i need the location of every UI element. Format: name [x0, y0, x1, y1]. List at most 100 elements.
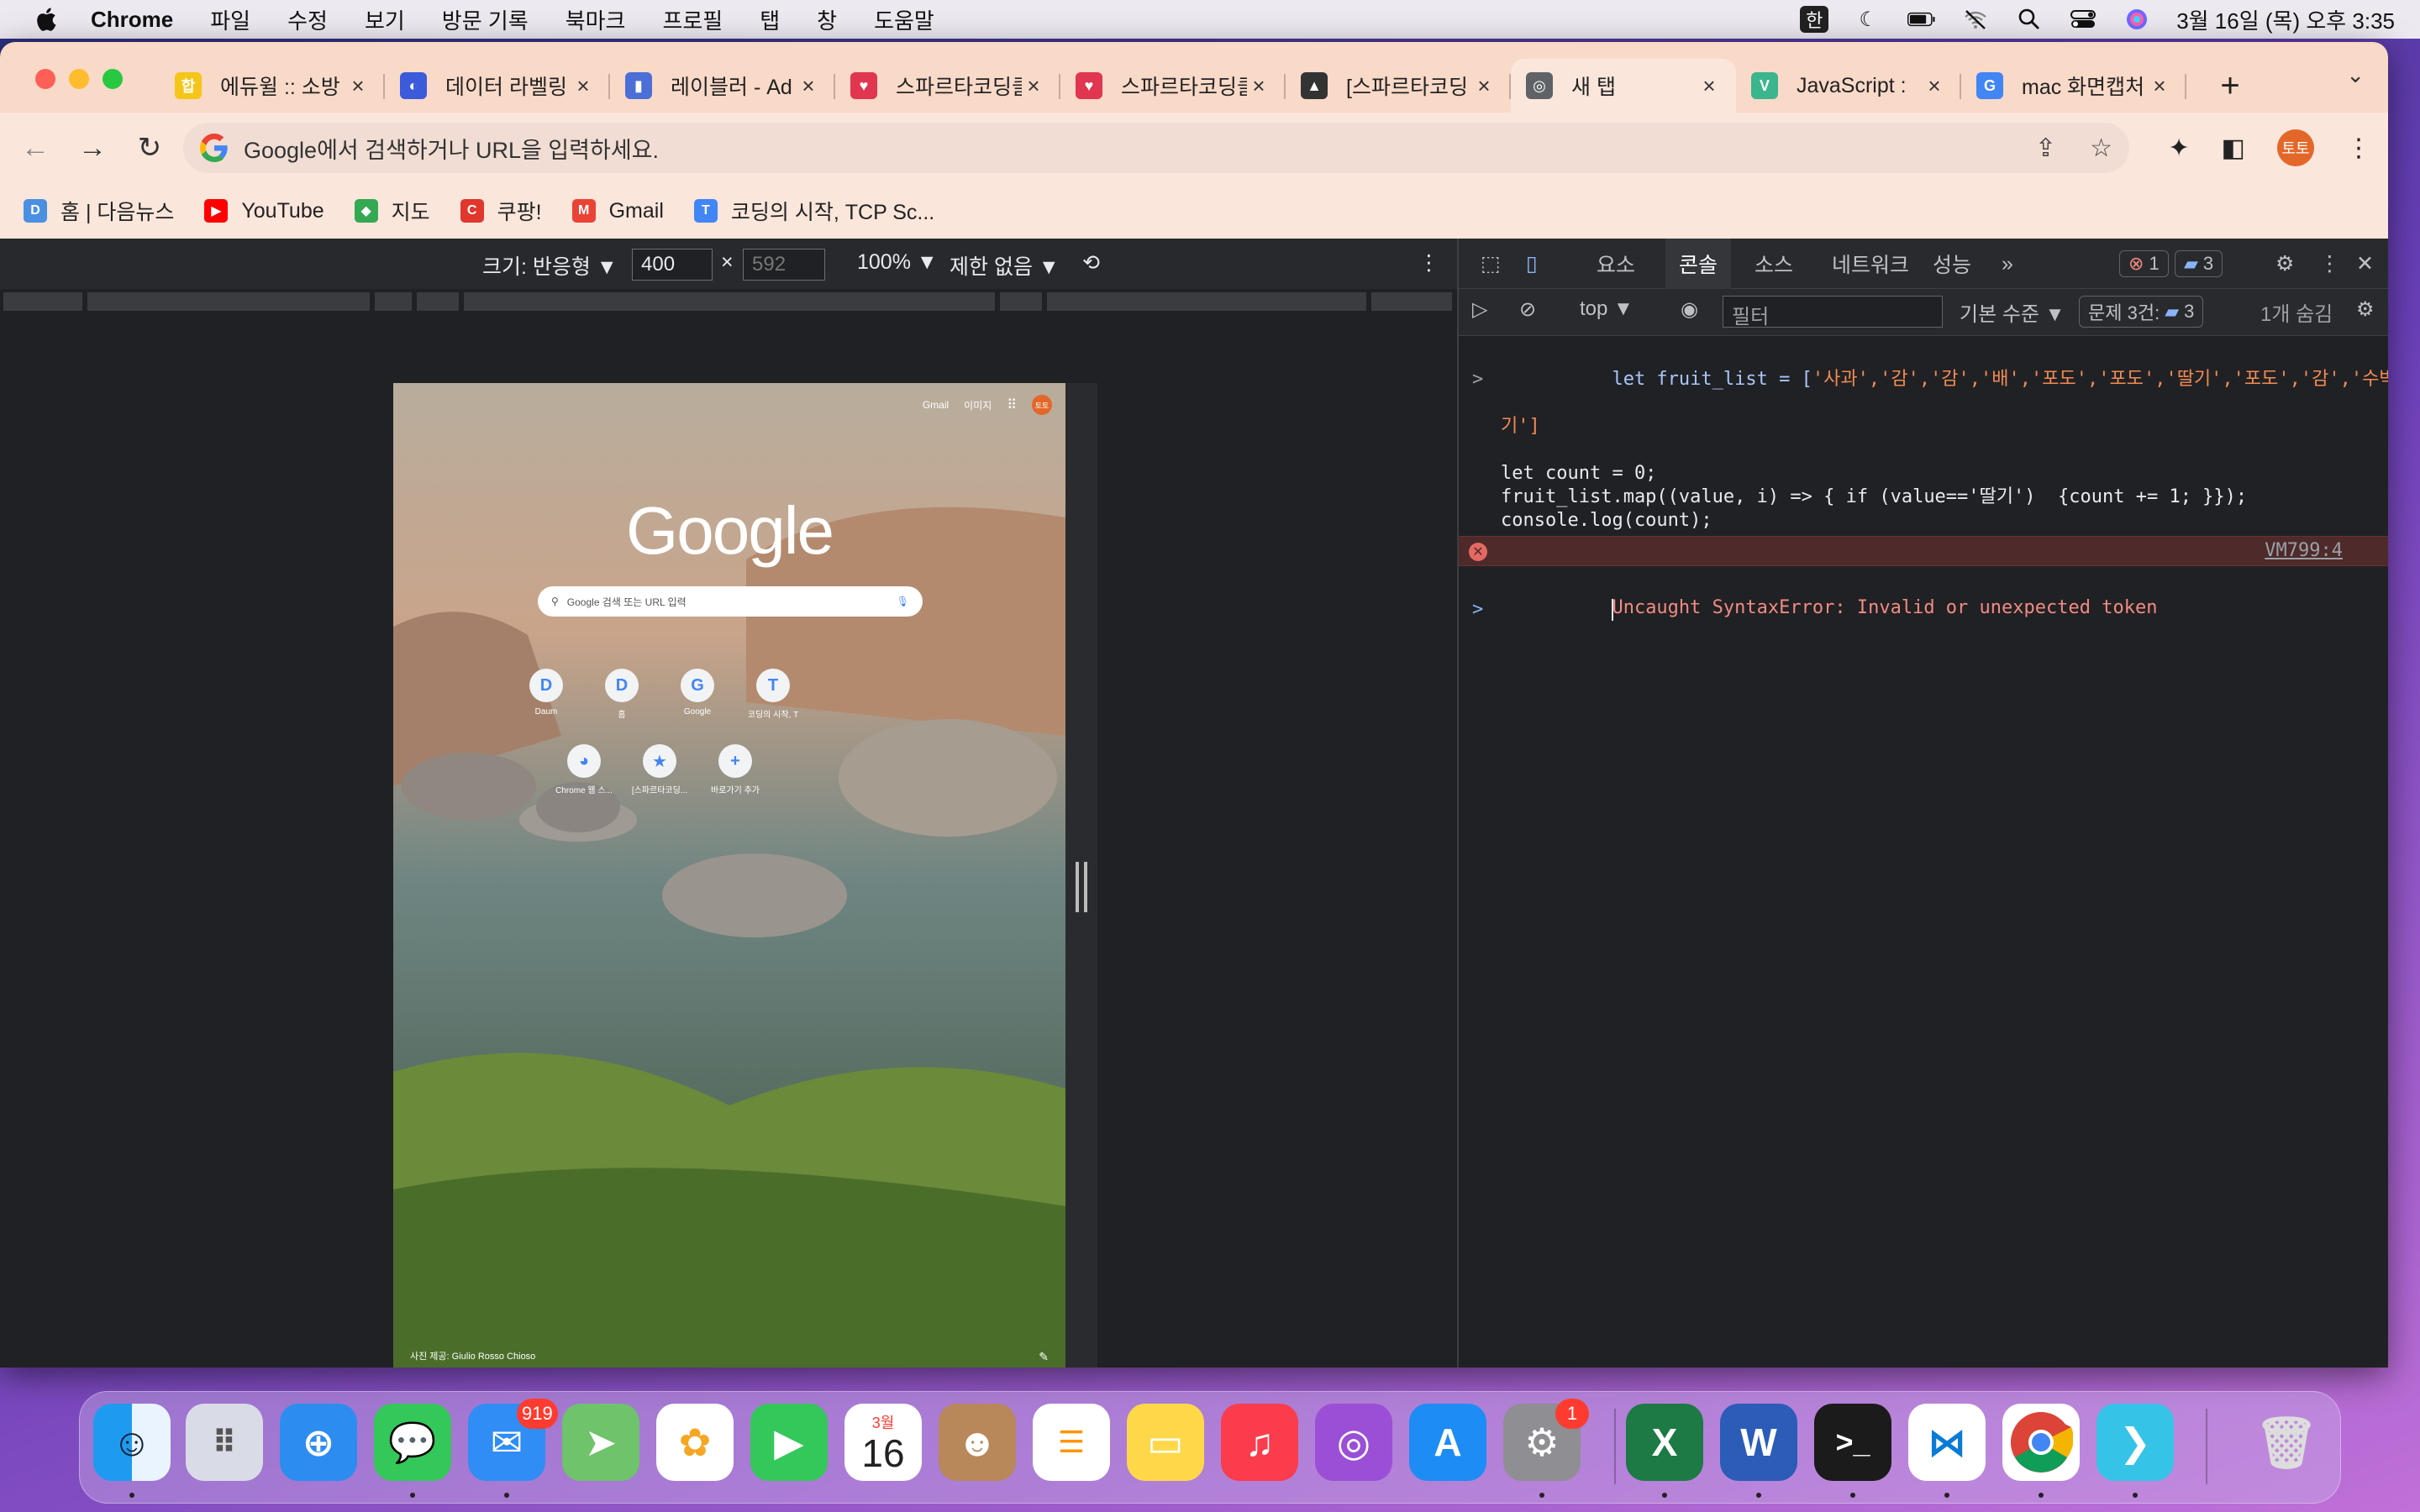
browser-tab[interactable]: 합 에듀윌 :: 소방 ×: [160, 59, 385, 113]
tab-close-icon[interactable]: ×: [1472, 73, 1496, 99]
customize-pencil-icon[interactable]: ✎: [1039, 1350, 1049, 1364]
tab-close-icon[interactable]: ×: [1247, 73, 1270, 99]
bookmark-item[interactable]: T 코딩의 시작, TCP Sc...: [693, 196, 934, 226]
inspect-element-icon[interactable]: ⬚: [1467, 239, 1514, 289]
bookmark-item[interactable]: M Gmail: [571, 199, 664, 223]
dock-notes[interactable]: ▭: [1127, 1404, 1204, 1481]
menu-history[interactable]: 방문 기록: [442, 4, 529, 35]
bookmark-item[interactable]: D 홈 | 다음뉴스: [24, 196, 174, 226]
dock-app-store[interactable]: A: [1409, 1404, 1486, 1481]
bookmark-item[interactable]: ◆ 지도: [354, 196, 430, 226]
dock-contacts[interactable]: ☻: [939, 1404, 1016, 1481]
control-center-icon[interactable]: [2069, 7, 2097, 32]
issues-button[interactable]: 문제 3건: ▰ 3: [2079, 296, 2204, 328]
log-level-select[interactable]: 기본 수준 ▼: [1960, 297, 2065, 327]
browser-tab[interactable]: ▲ [스파르타코딩 ×: [1286, 59, 1511, 113]
battery-icon[interactable]: [1907, 7, 1936, 32]
rotate-icon[interactable]: ⟲: [1082, 250, 1100, 276]
bookmark-star-icon[interactable]: ☆: [2090, 134, 2112, 163]
ntp-images-link[interactable]: 이미지: [964, 398, 992, 412]
side-panel-icon[interactable]: ◧: [2222, 134, 2245, 163]
dock-facetime[interactable]: ▶: [750, 1404, 828, 1481]
forward-button[interactable]: →: [71, 126, 114, 170]
dock-podcasts[interactable]: ◎: [1315, 1404, 1392, 1481]
console-prompt[interactable]: >: [1459, 575, 2388, 645]
browser-tab[interactable]: ♥ 스파르타코딩클 ×: [1060, 59, 1286, 113]
omnibox[interactable]: Google에서 검색하거나 URL을 입력하세요. ⇪ ☆: [183, 123, 2129, 173]
tab-performance[interactable]: 성능: [1919, 239, 1985, 289]
wifi-off-icon[interactable]: [1961, 7, 1990, 32]
tab-close-icon[interactable]: ×: [1697, 73, 1721, 99]
ntp-shortcut[interactable]: D Daum: [513, 669, 580, 717]
ntp-search-box[interactable]: ⚲ Google 검색 또는 URL 입력 🎙: [538, 586, 923, 617]
menu-profile[interactable]: 프로필: [662, 4, 723, 35]
console-settings-icon[interactable]: ⚙: [2356, 297, 2375, 322]
dock-photos[interactable]: ✿: [656, 1404, 734, 1481]
tab-search-chevron-icon[interactable]: ⌄: [2346, 62, 2365, 88]
browser-tab[interactable]: Gmac 화면캡처 ×: [1961, 59, 2186, 113]
ntp-shortcut[interactable]: ★ [스파르타코딩...: [626, 744, 693, 795]
device-height-input[interactable]: 592: [743, 249, 825, 281]
ntp-shortcut[interactable]: T 코딩의 시작, T: [739, 669, 807, 720]
profile-avatar[interactable]: 토토: [2277, 129, 2314, 166]
menu-tab[interactable]: 탭: [760, 4, 780, 35]
ntp-shortcut[interactable]: G Google: [664, 669, 731, 717]
voice-search-icon[interactable]: 🎙: [897, 596, 909, 607]
menu-file[interactable]: 파일: [210, 4, 250, 35]
sidebar-toggle-icon[interactable]: ▷: [1472, 297, 1487, 322]
dock-calendar[interactable]: 3월 16: [844, 1404, 922, 1481]
more-tabs-icon[interactable]: »: [1988, 239, 2027, 289]
dock-excel[interactable]: X: [1626, 1404, 1703, 1481]
ntp-shortcut[interactable]: + 바로가기 추가: [702, 744, 769, 795]
settings-gear-icon[interactable]: ⚙: [2262, 239, 2307, 289]
throttle-select[interactable]: 제한 없음 ▼: [950, 250, 1060, 281]
apple-menu-icon[interactable]: [34, 6, 57, 33]
dark-mode-icon[interactable]: ☾: [1854, 7, 1882, 32]
tab-close-icon[interactable]: ×: [2148, 73, 2171, 99]
dock-word[interactable]: W: [1720, 1404, 1797, 1481]
back-button[interactable]: ←: [13, 126, 57, 170]
dock-vscode[interactable]: ⋈: [1908, 1404, 1986, 1481]
clear-console-icon[interactable]: ⊘: [1519, 297, 1536, 322]
menu-bar-clock[interactable]: 3월 16일 (목) 오후 3:35: [2176, 4, 2395, 35]
tab-sources[interactable]: 소스: [1741, 239, 1807, 289]
ntp-shortcut[interactable]: ◕ Chrome 웹 스...: [550, 744, 618, 795]
share-icon[interactable]: ⇪: [2035, 134, 2056, 163]
extensions-puzzle-icon[interactable]: ✦: [2169, 134, 2190, 163]
menu-app-name[interactable]: Chrome: [91, 7, 173, 33]
new-tab-button[interactable]: +: [2205, 59, 2255, 113]
resize-handle[interactable]: [1076, 862, 1087, 912]
chrome-menu-icon[interactable]: ⋮: [2346, 134, 2371, 163]
menu-help[interactable]: 도움말: [874, 4, 934, 35]
minimize-window-button[interactable]: [69, 69, 89, 89]
siri-icon[interactable]: [2123, 7, 2151, 32]
device-width-input[interactable]: 400: [632, 249, 713, 281]
tab-close-icon[interactable]: ×: [1022, 73, 1045, 99]
ntp-avatar[interactable]: 토토: [1032, 395, 1052, 415]
photo-credit[interactable]: 사진 제공: Giulio Rosso Chioso: [410, 1349, 535, 1362]
tab-console[interactable]: 콘솔: [1665, 239, 1732, 289]
live-expression-eye-icon[interactable]: ◉: [1681, 297, 1698, 322]
close-devtools-icon[interactable]: ✕: [2343, 239, 2387, 289]
ntp-gmail-link[interactable]: Gmail: [923, 399, 949, 411]
error-source-link[interactable]: VM799:4: [2265, 537, 2343, 565]
menu-edit[interactable]: 수정: [287, 4, 328, 35]
console-output[interactable]: > let fruit_list = ['사과','감','감','배','포도'…: [1459, 336, 2388, 645]
browser-tab[interactable]: ♥ 스파르타코딩클 ×: [835, 59, 1060, 113]
tab-close-icon[interactable]: ×: [571, 73, 595, 99]
tab-close-icon[interactable]: ×: [346, 73, 370, 99]
dock-messages[interactable]: 💬: [374, 1404, 451, 1481]
browser-tab[interactable]: V JavaScript : ×: [1736, 59, 1961, 113]
dock-chrome[interactable]: [2002, 1404, 2080, 1481]
input-source-indicator[interactable]: 한: [1800, 6, 1829, 33]
ntp-shortcut[interactable]: D홈: [588, 669, 655, 720]
dock-reminders[interactable]: ☰: [1033, 1404, 1110, 1481]
message-count-badge[interactable]: ▰ 3: [2161, 239, 2236, 289]
dock-maps[interactable]: ➤: [562, 1404, 639, 1481]
bookmark-item[interactable]: C 쿠팡!: [460, 196, 542, 226]
dock-terminal[interactable]: >_: [1814, 1404, 1891, 1481]
dock-paw-app[interactable]: ❯: [2096, 1404, 2174, 1481]
device-size-select[interactable]: 크기: 반응형 ▼: [482, 250, 618, 281]
zoom-window-button[interactable]: [103, 69, 123, 89]
dock-trash[interactable]: 🗑: [2248, 1404, 2325, 1481]
